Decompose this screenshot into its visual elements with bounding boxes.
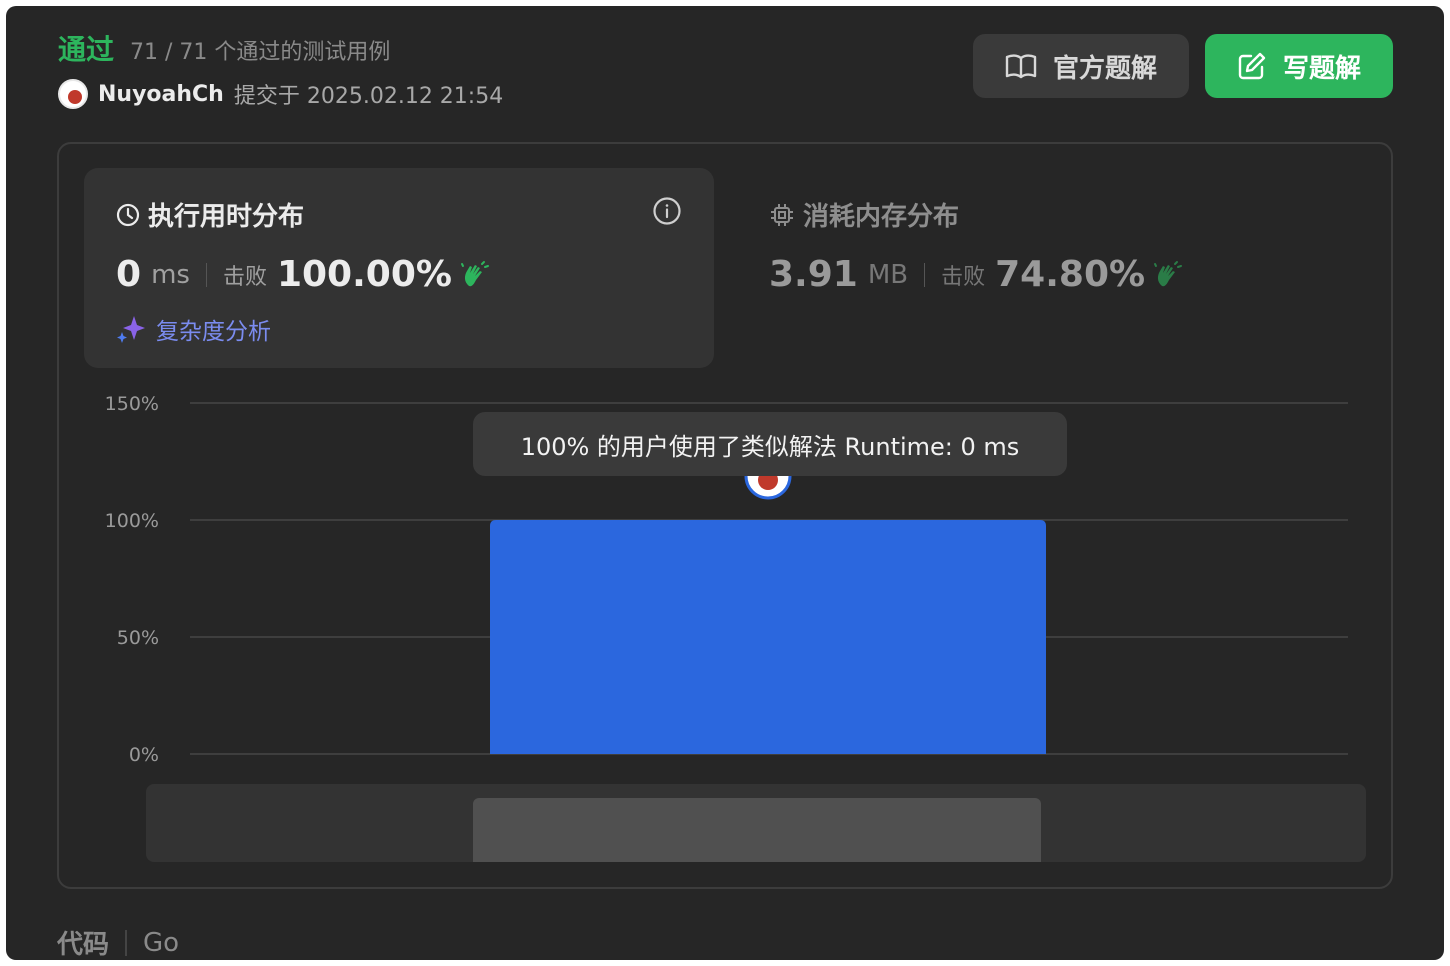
code-section-header: 代码 Go xyxy=(57,924,180,961)
official-solution-label: 官方题解 xyxy=(1052,53,1157,84)
official-solution-button[interactable]: 官方题解 xyxy=(973,34,1189,98)
y-tick-label: 50% xyxy=(117,627,159,649)
scroller-thumb[interactable] xyxy=(473,798,1041,862)
username-link[interactable]: NuyoahCh xyxy=(98,82,224,107)
submitted-time: 提交于 2025.02.12 21:54 xyxy=(233,84,504,109)
distribution-panel: 执行用时分布 0 ms 击败 100.00% 复杂度分析 消耗内存分布 3.91… xyxy=(57,142,1393,889)
write-solution-label: 写题解 xyxy=(1282,53,1361,84)
write-solution-button[interactable]: 写题解 xyxy=(1205,34,1393,98)
submitter-info: NuyoahCh 提交于 2025.02.12 21:54 xyxy=(58,78,503,110)
y-tick-label: 100% xyxy=(105,510,159,532)
chart-bar[interactable] xyxy=(490,520,1046,754)
status-badge: 通过 xyxy=(58,33,115,66)
testcase-count: 71 / 71 个通过的测试用例 xyxy=(130,40,391,65)
y-tick-label: 150% xyxy=(105,393,159,415)
chart-tooltip: 100% 的用户使用了类似解法 Runtime: 0 ms xyxy=(473,412,1067,476)
code-language: Go xyxy=(143,927,180,958)
avatar[interactable] xyxy=(58,79,88,109)
y-tick-label: 0% xyxy=(129,744,159,766)
code-label: 代码 xyxy=(57,930,110,960)
submission-window: 通过 71 / 71 个通过的测试用例 NuyoahCh 提交于 2025.02… xyxy=(6,6,1444,960)
edit-icon xyxy=(1238,52,1266,80)
chart-range-scroller[interactable] xyxy=(146,784,1366,862)
book-icon xyxy=(1005,54,1037,79)
divider xyxy=(125,929,128,956)
submission-status: 通过 71 / 71 个通过的测试用例 xyxy=(58,28,390,68)
